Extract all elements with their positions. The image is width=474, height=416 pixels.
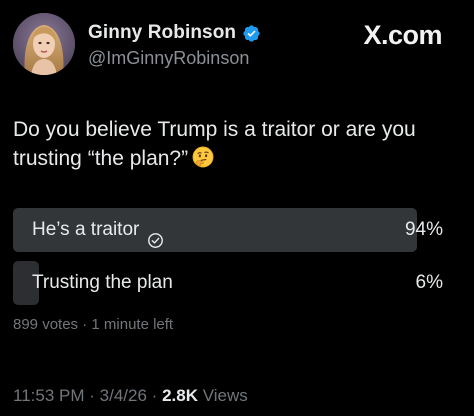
check-circle-icon — [147, 222, 164, 248]
tweet-time[interactable]: 11:53 PM — [13, 386, 85, 405]
poll-option-percent: 6% — [415, 272, 443, 293]
verified-badge-icon — [242, 24, 261, 43]
tweet-date[interactable]: 3/4/26 — [100, 386, 147, 405]
tweet-text: Do you believe Trump is a traitor or are… — [13, 115, 453, 173]
footer-separator: · — [89, 386, 95, 405]
name-row: Ginny Robinson — [88, 22, 261, 44]
avatar[interactable] — [13, 13, 75, 75]
poll-votes: 899 votes — [13, 316, 79, 333]
tweet-text-body: Do you believe Trump is a traitor or are… — [13, 118, 416, 170]
poll: He’s a traitor 94% Trusting the plan 6% — [13, 208, 443, 314]
poll-option-label: Trusting the plan — [32, 272, 173, 293]
thinking-face-emoji-icon — [192, 146, 214, 168]
poll-option[interactable]: Trusting the plan 6% — [13, 261, 443, 305]
poll-option-label: He’s a traitor — [32, 219, 140, 240]
brand-watermark: X.com — [363, 20, 442, 50]
views-count[interactable]: 2.8K — [162, 386, 198, 405]
poll-meta: 899 votes · 1 minute left — [13, 316, 173, 333]
poll-meta-separator: · — [82, 316, 88, 333]
poll-option-percent: 94% — [404, 219, 443, 240]
avatar-photo-icon — [13, 13, 75, 75]
poll-option-label-wrap: Trusting the plan — [32, 261, 173, 305]
views-label: Views — [202, 386, 248, 405]
display-name[interactable]: Ginny Robinson — [88, 22, 236, 44]
poll-option-label-wrap: He’s a traitor — [32, 208, 164, 252]
handle[interactable]: @ImGinnyRobinson — [88, 48, 249, 69]
poll-option[interactable]: He’s a traitor 94% — [13, 208, 443, 252]
footer-separator: · — [151, 386, 158, 405]
poll-time-left: 1 minute left — [91, 316, 174, 333]
tweet-footer: 11:53 PM · 3/4/26 · 2.8K Views — [13, 386, 248, 406]
